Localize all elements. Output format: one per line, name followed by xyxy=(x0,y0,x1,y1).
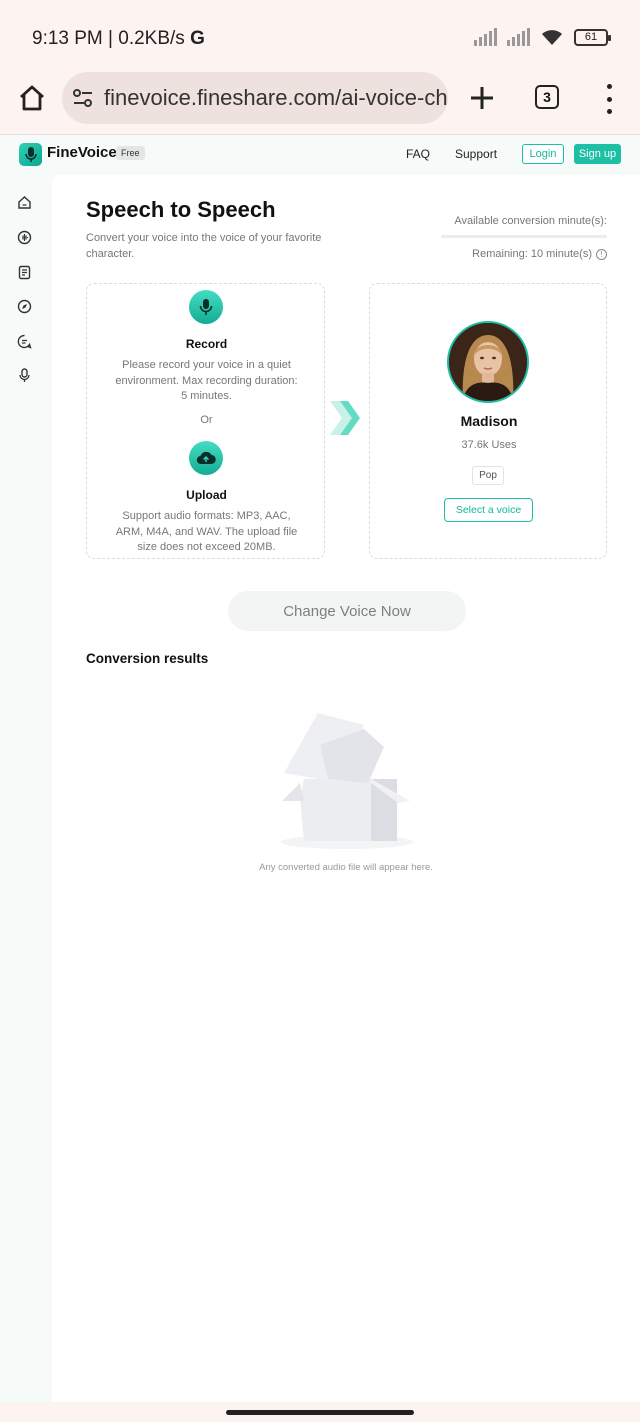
voice-uses: 37.6k Uses xyxy=(461,439,517,451)
more-menu-icon[interactable] xyxy=(598,84,620,114)
info-icon[interactable]: ! xyxy=(596,248,607,260)
tab-count: 3 xyxy=(543,89,551,105)
nav-faq-link[interactable]: FAQ xyxy=(406,147,430,161)
battery-icon: 61 xyxy=(574,28,611,46)
remaining-text: Remaining: 10 minute(s) xyxy=(472,248,592,260)
empty-box-illustration xyxy=(281,713,413,849)
new-tab-icon[interactable] xyxy=(468,84,496,112)
upload-title: Upload xyxy=(186,488,227,502)
home-icon[interactable] xyxy=(17,195,32,210)
upload-description: Support audio formats: MP3, AAC, ARM, M4… xyxy=(115,510,298,553)
browser-toolbar: finevoice.fineshare.com/ai-voice-cha 3 xyxy=(0,70,640,134)
tab-switcher-button[interactable]: 3 xyxy=(535,85,559,109)
google-icon: G xyxy=(190,28,205,49)
or-divider: Or xyxy=(200,414,213,426)
record-button[interactable] xyxy=(189,290,223,324)
status-bar: 9:13 PM | 0.2KB/s G 61 xyxy=(0,0,640,80)
address-bar[interactable]: finevoice.fineshare.com/ai-voice-cha xyxy=(62,72,448,124)
free-badge: Free xyxy=(116,146,145,160)
microphone-icon xyxy=(199,299,213,315)
microphone-icon[interactable] xyxy=(17,368,32,383)
upload-button[interactable] xyxy=(189,441,223,475)
voice-avatar[interactable] xyxy=(447,321,529,403)
site-header: FineVoice Free FAQ Support Login Sign up xyxy=(0,135,640,173)
record-title: Record xyxy=(185,337,228,351)
gesture-bar xyxy=(0,1402,640,1422)
signal-2-icon xyxy=(507,28,530,46)
time-speed-text: 9:13 PM | 0.2KB/s xyxy=(32,28,185,49)
signal-1-icon xyxy=(474,28,497,46)
login-button[interactable]: Login xyxy=(522,144,564,164)
document-icon[interactable] xyxy=(17,265,32,280)
record-description: Please record your voice in a quiet envi… xyxy=(115,359,298,402)
finevoice-logo-icon[interactable] xyxy=(19,143,42,166)
page-subtitle: Convert your voice into the voice of you… xyxy=(86,232,322,260)
sidebar xyxy=(0,175,52,1403)
voice-tag: Pop xyxy=(472,466,504,485)
double-arrow-icon xyxy=(330,401,360,435)
empty-results-text: Any converted audio file will appear her… xyxy=(259,862,433,873)
available-minutes-bar xyxy=(441,235,607,238)
nav-support-link[interactable]: Support xyxy=(455,147,497,161)
select-voice-button[interactable]: Select a voice xyxy=(444,498,533,522)
signup-button[interactable]: Sign up xyxy=(574,144,621,164)
page-title: Speech to Speech xyxy=(86,197,276,222)
brand-name[interactable]: FineVoice xyxy=(47,144,117,161)
main-content: Speech to Speech Convert your voice into… xyxy=(52,175,640,1403)
wifi-icon xyxy=(542,30,562,45)
home-indicator[interactable] xyxy=(226,1410,414,1415)
site-settings-icon[interactable] xyxy=(72,87,94,109)
results-title: Conversion results xyxy=(86,651,209,666)
change-voice-button[interactable]: Change Voice Now xyxy=(228,591,466,631)
voice-name: Madison xyxy=(460,413,518,429)
voice-card: Madison 37.6k Uses Pop Select a voice xyxy=(369,283,607,559)
input-card: Record Please record your voice in a qui… xyxy=(86,283,325,559)
chat-icon[interactable] xyxy=(17,334,32,349)
home-icon[interactable] xyxy=(16,82,48,114)
url-text: finevoice.fineshare.com/ai-voice-cha xyxy=(104,85,448,110)
available-minutes-label: Available conversion minute(s): xyxy=(454,215,607,227)
voice-changer-icon[interactable] xyxy=(17,230,32,245)
battery-level: 61 xyxy=(584,31,598,43)
web-page: FineVoice Free FAQ Support Login Sign up… xyxy=(0,134,640,1403)
compass-icon[interactable] xyxy=(17,299,32,314)
status-time: 9:13 PM | 0.2KB/s G xyxy=(32,28,205,50)
cloud-upload-icon xyxy=(196,451,216,465)
remaining-minutes: Remaining: 10 minute(s) ! xyxy=(472,248,607,260)
